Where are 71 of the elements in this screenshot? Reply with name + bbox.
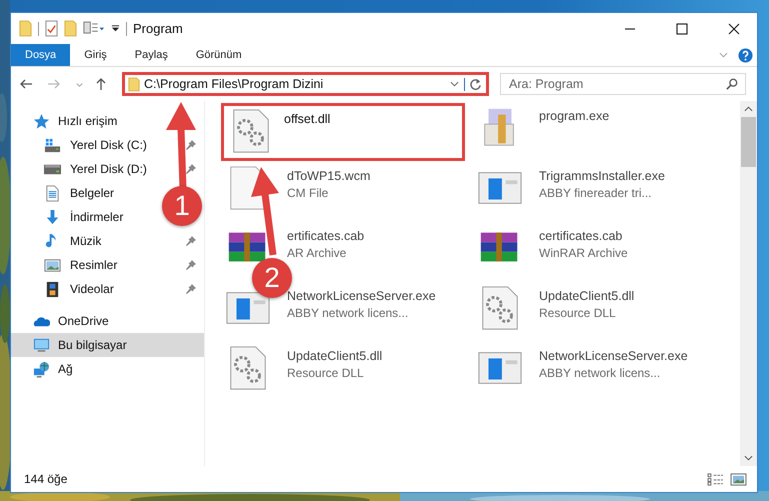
scroll-thumb[interactable] bbox=[741, 117, 756, 167]
ribbon-tab[interactable]: Giriş bbox=[70, 44, 121, 66]
scroll-up-icon[interactable] bbox=[744, 106, 753, 112]
monitor-icon bbox=[33, 336, 50, 354]
ribbon-tab[interactable]: Dosya bbox=[11, 44, 70, 66]
pin-icon[interactable] bbox=[186, 164, 196, 174]
folder-icon[interactable] bbox=[19, 20, 32, 37]
file-type: Resource DLL bbox=[539, 306, 617, 320]
file-type: AR Archive bbox=[287, 246, 348, 260]
pin-icon[interactable] bbox=[186, 284, 196, 294]
maximize-icon bbox=[676, 22, 688, 34]
sidebar-item[interactable]: Ağ bbox=[11, 357, 204, 381]
window-title: Program bbox=[133, 21, 183, 36]
ribbon-tab[interactable]: Görünüm bbox=[182, 44, 256, 66]
search-field[interactable]: Ara: Program bbox=[500, 73, 746, 95]
back-arrow-icon[interactable] bbox=[19, 77, 33, 91]
file-name: NetworkLicenseServer.exe bbox=[539, 349, 688, 363]
sidebar-item[interactable]: Müzik bbox=[11, 229, 102, 253]
film-icon bbox=[44, 280, 61, 298]
file-name: UpdateClient5.dll bbox=[287, 349, 382, 363]
file-name: dToWP15.wcm bbox=[287, 169, 370, 183]
close-icon bbox=[728, 22, 740, 34]
file-type: ABBY finereader tri... bbox=[539, 186, 652, 200]
large-icons-view-icon[interactable] bbox=[730, 472, 747, 486]
properties-icon[interactable] bbox=[45, 20, 58, 37]
scroll-down-icon[interactable] bbox=[744, 455, 753, 461]
sidebar-item[interactable]: Hızlı erişim bbox=[11, 109, 204, 133]
drive-icon bbox=[44, 136, 61, 154]
dropdown-caret-icon[interactable] bbox=[450, 81, 459, 87]
document-icon bbox=[44, 184, 61, 202]
new-folder-icon[interactable] bbox=[64, 20, 77, 37]
ribbon-tab[interactable]: Paylaş bbox=[120, 44, 182, 66]
download-icon bbox=[44, 208, 61, 226]
sidebar-item[interactable]: Yerel Disk (C:) bbox=[11, 133, 147, 157]
sidebar-item[interactable]: OneDrive bbox=[11, 309, 204, 333]
sidebar-item[interactable]: Yerel Disk (D:) bbox=[11, 157, 147, 181]
picture-icon bbox=[44, 256, 61, 274]
item-count: 144 öğe bbox=[24, 472, 68, 486]
file-name: TrigrammsInstaller.exe bbox=[539, 169, 665, 183]
up-arrow-icon[interactable] bbox=[94, 77, 108, 91]
search-icon bbox=[726, 78, 738, 90]
file-type: ABBY network licens... bbox=[287, 306, 410, 320]
details-view-icon[interactable] bbox=[707, 472, 724, 486]
pin-icon[interactable] bbox=[186, 140, 196, 150]
file-name: ertificates.cab bbox=[287, 229, 364, 243]
file-item[interactable]: offset.dll bbox=[221, 103, 465, 161]
file-name: certificates.cab bbox=[539, 229, 624, 243]
sidebar-item[interactable]: Videolar bbox=[11, 277, 114, 301]
network-icon bbox=[33, 360, 50, 378]
pin-icon[interactable] bbox=[186, 236, 196, 246]
address-field[interactable]: C:\Program Files\Program Dizini bbox=[144, 77, 445, 91]
file-type: CM File bbox=[287, 186, 330, 200]
forward-arrow-icon[interactable] bbox=[47, 77, 61, 91]
expand-ribbon-icon[interactable] bbox=[719, 52, 728, 58]
file-name: program.exe bbox=[539, 109, 610, 123]
star-icon bbox=[33, 112, 50, 130]
file-type: ABBY network licens... bbox=[539, 366, 662, 380]
help-icon[interactable] bbox=[738, 48, 753, 62]
sidebar-item[interactable]: Resimler bbox=[11, 253, 118, 277]
scrollbar[interactable] bbox=[740, 101, 757, 466]
file-type: WinRAR Archive bbox=[539, 246, 628, 260]
folder-icon bbox=[128, 76, 140, 92]
file-name: offset.dll bbox=[284, 112, 330, 126]
file-name: UpdateClient5.dll bbox=[539, 289, 634, 303]
customize-caret-icon[interactable] bbox=[111, 24, 120, 33]
address-bar[interactable]: C:\Program Files\Program Dizini bbox=[122, 72, 489, 96]
sidebar-item[interactable]: Belgeler bbox=[11, 181, 114, 205]
sidebar-item[interactable]: Bu bilgisayar bbox=[11, 333, 204, 357]
pin-icon[interactable] bbox=[186, 260, 196, 270]
file-type: Resource DLL bbox=[287, 366, 365, 380]
sidebar-item[interactable]: İndirmeler bbox=[11, 205, 124, 229]
